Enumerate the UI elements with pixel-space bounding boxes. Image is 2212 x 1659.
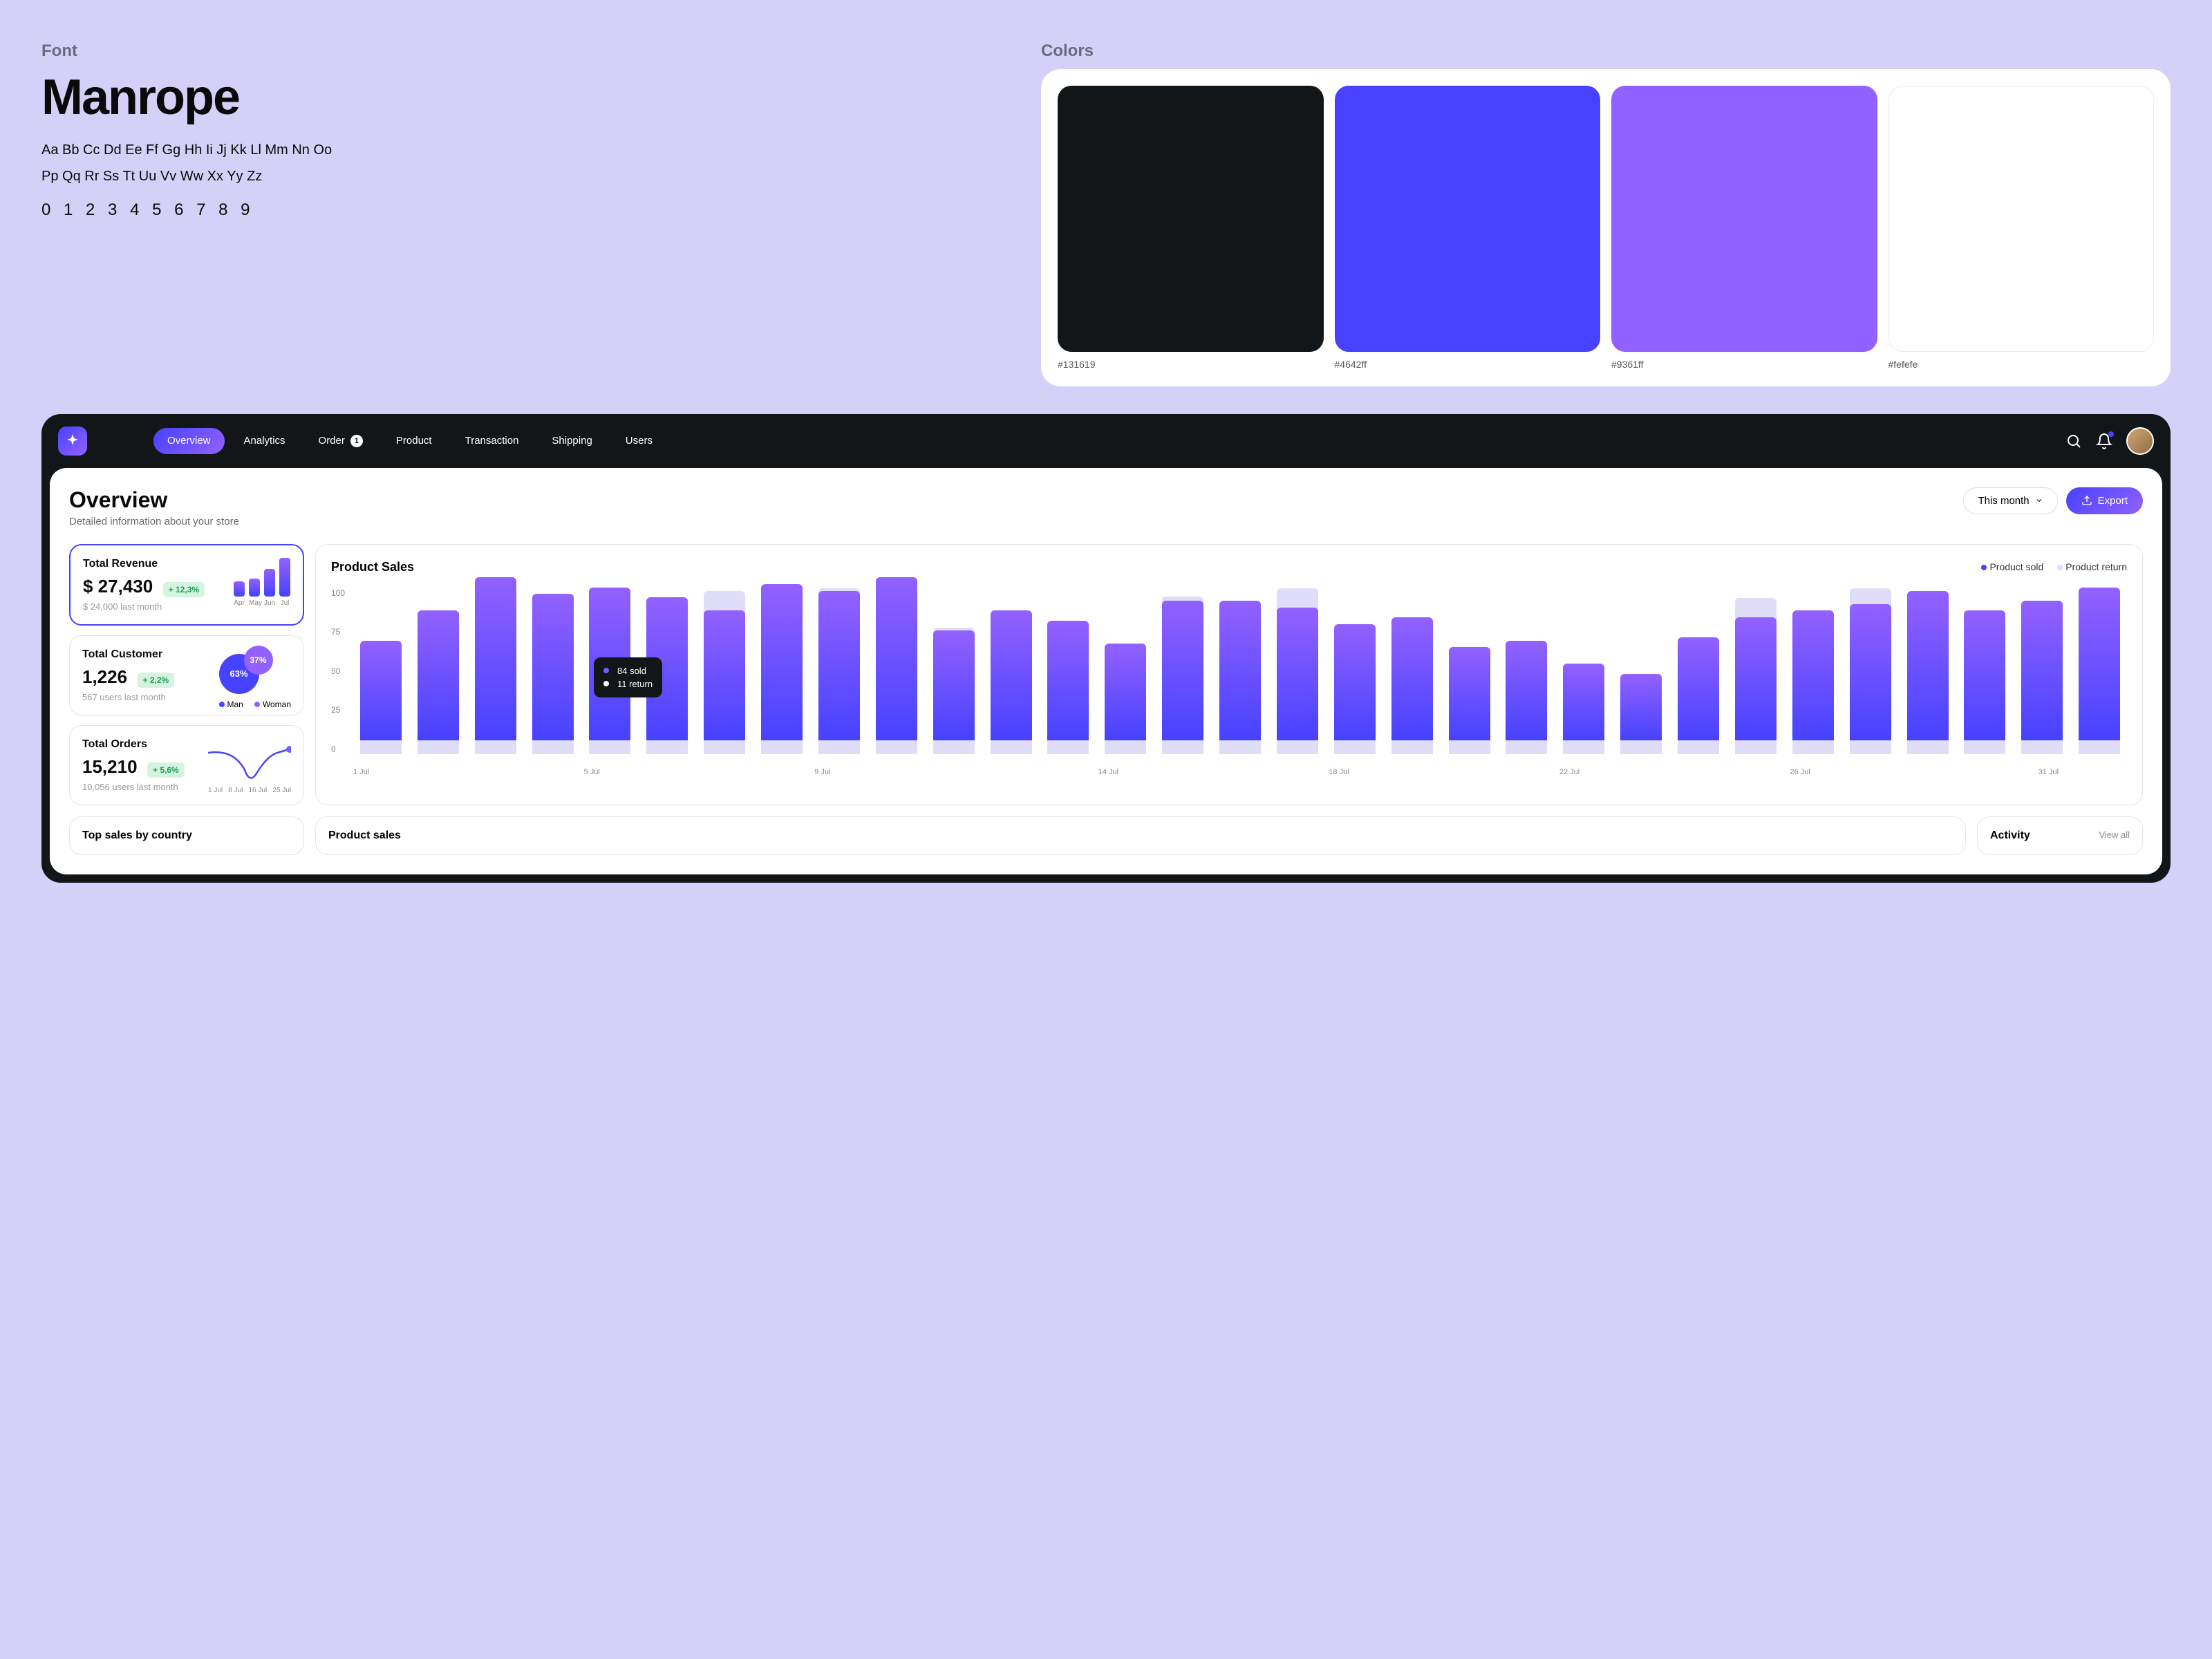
font-sample-2: Pp Qq Rr Ss Tt Uu Vv Ww Xx Yy Zz [41, 166, 1000, 187]
bell-icon[interactable] [2096, 433, 2112, 449]
orders-sparkline [208, 742, 291, 784]
activity-card: View allActivity [1977, 816, 2143, 855]
sparkle-icon [64, 433, 81, 449]
revenue-card[interactable]: Total Revenue $ 27,430 + 12,3% $ 24,000 … [69, 544, 304, 626]
nav-overview[interactable]: Overview [153, 428, 225, 454]
chart-tooltip: 84 sold 11 return [594, 657, 662, 697]
revenue-delta: + 12,3% [163, 582, 205, 597]
view-all-link[interactable]: View all [2099, 830, 2130, 840]
swatch-dark [1058, 86, 1324, 352]
colors-section: Colors #131619 #4642ff #9361ff #fefefe [1041, 41, 2171, 386]
nav-users[interactable]: Users [612, 428, 666, 454]
orders-value: 15,210 [82, 756, 138, 778]
y-axis: 1007550250 [331, 588, 353, 768]
customer-value: 1,226 [82, 666, 127, 688]
colors-label: Colors [1041, 41, 2171, 61]
period-select[interactable]: This month [1963, 487, 2057, 514]
upload-icon [2081, 495, 2092, 506]
page-subtitle: Detailed information about your store [69, 516, 239, 527]
product-sales-card: Product sales [315, 816, 1966, 855]
chevron-down-icon [2035, 496, 2043, 505]
nav-shipping[interactable]: Shipping [538, 428, 606, 454]
product-sales-chart: Product Sales Product sold Product retur… [315, 544, 2143, 805]
customer-pie: 63%37% ManWoman [219, 646, 291, 709]
main-nav: Overview Analytics Order1 Product Transa… [153, 428, 666, 454]
swatch-purple [1611, 86, 1877, 352]
revenue-mini-chart [234, 558, 290, 597]
font-name: Manrope [41, 69, 1000, 126]
nav-transaction[interactable]: Transaction [451, 428, 533, 454]
customer-delta: + 2,2% [138, 673, 175, 688]
orders-delta: + 5,6% [147, 762, 185, 778]
nav-product[interactable]: Product [382, 428, 446, 454]
nav-analytics[interactable]: Analytics [230, 428, 299, 454]
font-label: Font [41, 41, 1000, 61]
search-icon[interactable] [2065, 433, 2082, 449]
top-sales-card: Top sales by country [69, 816, 304, 855]
swatch-white [1888, 86, 2155, 352]
color-palette: #131619 #4642ff #9361ff #fefefe [1041, 69, 2171, 386]
page-title: Overview [69, 487, 239, 513]
avatar[interactable] [2126, 427, 2154, 455]
orders-card[interactable]: Total Orders 15,210 + 5,6% 10,056 users … [69, 725, 304, 805]
topbar: Overview Analytics Order1 Product Transa… [41, 414, 2171, 468]
logo[interactable] [58, 427, 87, 456]
font-section: Font Manrope Aa Bb Cc Dd Ee Ff Gg Hh Ii … [41, 41, 1000, 386]
export-button[interactable]: Export [2066, 487, 2143, 514]
content: Overview Detailed information about your… [50, 468, 2162, 874]
order-badge: 1 [350, 435, 363, 447]
font-sample-1: Aa Bb Cc Dd Ee Ff Gg Hh Ii Jj Kk Ll Mm N… [41, 140, 1000, 160]
customer-card[interactable]: Total Customer 1,226 + 2,2% 567 users la… [69, 635, 304, 715]
font-numbers: 0 1 2 3 4 5 6 7 8 9 [41, 200, 1000, 220]
nav-order[interactable]: Order1 [305, 428, 377, 454]
chart-legend: Product sold Product return [1981, 561, 2127, 572]
revenue-value: $ 27,430 [83, 576, 153, 597]
dashboard-app: Overview Analytics Order1 Product Transa… [41, 414, 2171, 883]
swatch-blue [1335, 86, 1601, 352]
